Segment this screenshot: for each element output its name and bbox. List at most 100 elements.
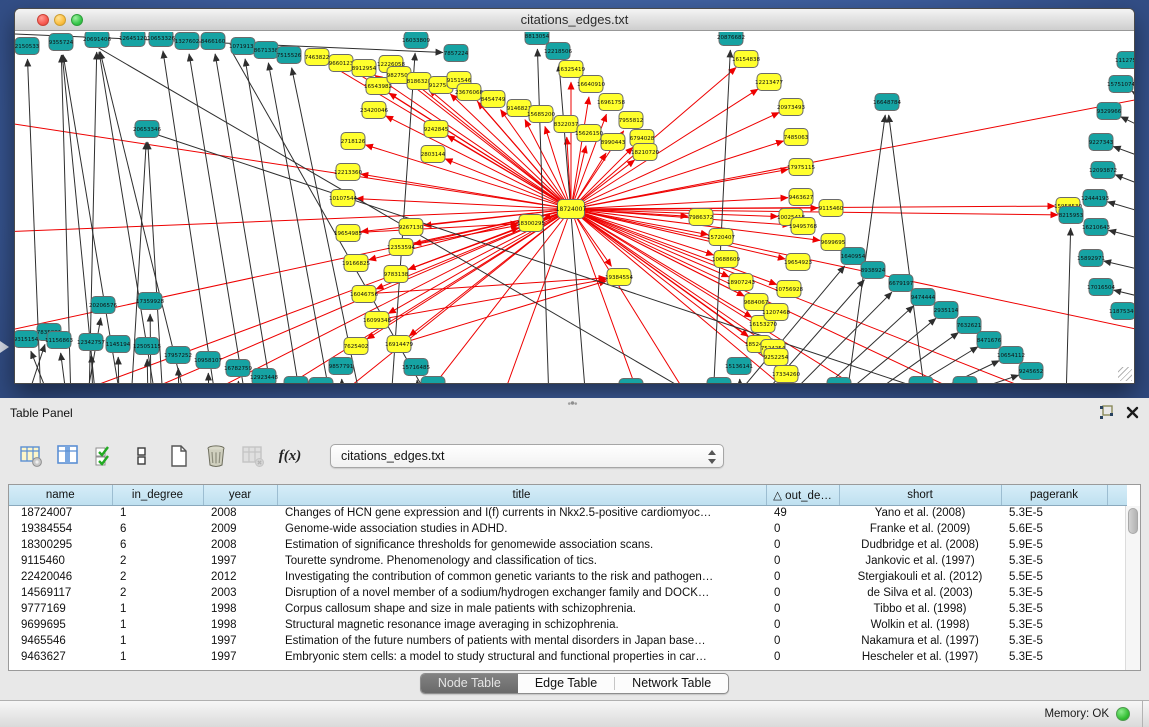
graph-edge[interactable] xyxy=(1113,146,1134,157)
graph-edge[interactable] xyxy=(571,209,1061,383)
table-row[interactable]: 1456911722003Disruption of a novel membe… xyxy=(9,585,1127,601)
graph-edge[interactable] xyxy=(571,97,589,209)
table-cell[interactable]: 5.3E-5 xyxy=(1001,617,1107,633)
table-cell[interactable]: Disruption of a novel member of a sodium… xyxy=(277,585,766,601)
graph-edge[interactable] xyxy=(1066,228,1071,383)
table-cell[interactable]: 2009 xyxy=(203,521,277,537)
table-selector-dropdown[interactable]: citations_edges.txt xyxy=(330,444,724,468)
graph-edge[interactable] xyxy=(100,52,186,383)
column-header-pagerank[interactable]: pagerank xyxy=(1001,485,1107,505)
graph-edge[interactable] xyxy=(1114,290,1134,297)
table-cell[interactable]: Hescheler et al. (1997) xyxy=(839,649,1001,665)
table-cell[interactable]: 9777169 xyxy=(9,601,112,617)
table-cell[interactable]: Estimation of the future numbers of pati… xyxy=(277,633,766,649)
table-cell[interactable]: 1 xyxy=(112,505,203,521)
table-cell[interactable]: 1998 xyxy=(203,617,277,633)
table-cell[interactable]: 1997 xyxy=(203,553,277,569)
table-cell[interactable]: 6 xyxy=(112,521,203,537)
window-titlebar[interactable]: citations_edges.txt xyxy=(15,9,1134,31)
table-row[interactable]: 946554611997Estimation of the future num… xyxy=(9,633,1127,649)
close-window-button[interactable] xyxy=(37,14,49,26)
table-cell[interactable]: 1 xyxy=(112,633,203,649)
table-cell[interactable]: 9115460 xyxy=(9,553,112,569)
table-cell[interactable]: 19384554 xyxy=(9,521,112,537)
table-cell[interactable]: 1998 xyxy=(203,601,277,617)
graph-node[interactable] xyxy=(707,378,731,384)
graph-node[interactable] xyxy=(827,378,851,384)
table-row[interactable]: 977716911998Corpus callosum shape and si… xyxy=(9,601,1127,617)
table-cell[interactable]: Jankovic et al. (1997) xyxy=(839,553,1001,569)
table-cell[interactable]: 18724007 xyxy=(9,505,112,521)
table-cell[interactable]: 5.3E-5 xyxy=(1001,633,1107,649)
table-row[interactable]: 969969511998Structural magnetic resonanc… xyxy=(9,617,1127,633)
graph-edge[interactable] xyxy=(208,373,209,383)
graph-edge[interactable] xyxy=(571,112,779,209)
table-cell[interactable]: 2008 xyxy=(203,505,277,521)
table-cell[interactable]: 0 xyxy=(766,649,839,665)
graph-edge[interactable] xyxy=(939,375,1019,383)
table-cell[interactable]: Structural magnetic resonance image aver… xyxy=(277,617,766,633)
table-cell[interactable]: Nakamura et al. (1997) xyxy=(839,633,1001,649)
graph-edge[interactable] xyxy=(571,209,641,383)
column-visibility-icon[interactable] xyxy=(55,443,81,469)
vertical-scrollbar[interactable] xyxy=(1125,506,1140,670)
table-row[interactable]: 2242004622012Investigating the contribut… xyxy=(9,569,1127,585)
table-cell[interactable]: 2008 xyxy=(203,537,277,553)
zoom-window-button[interactable] xyxy=(71,14,83,26)
table-cell[interactable]: 1997 xyxy=(203,649,277,665)
graph-edge[interactable] xyxy=(713,50,730,383)
table-cell[interactable]: 0 xyxy=(766,553,839,569)
tab-node-table[interactable]: Node Table xyxy=(421,674,518,693)
table-cell[interactable]: Genome-wide association studies in ADHD. xyxy=(277,521,766,537)
table-cell[interactable]: 5.3E-5 xyxy=(1001,585,1107,601)
table-cell[interactable]: 0 xyxy=(766,617,839,633)
table-cell[interactable]: de Silva et al. (2003) xyxy=(839,585,1001,601)
graph-edge[interactable] xyxy=(147,359,148,383)
column-header-year[interactable]: year xyxy=(203,485,277,505)
table-cell[interactable]: Tibbo et al. (1998) xyxy=(839,601,1001,617)
graph-edge[interactable] xyxy=(571,141,784,209)
table-cell[interactable]: 5.3E-5 xyxy=(1001,505,1107,521)
table-cell[interactable]: Tourette syndrome. Phenomenology and cla… xyxy=(277,553,766,569)
table-cell[interactable]: 0 xyxy=(766,601,839,617)
graph-edge[interactable] xyxy=(1115,175,1134,185)
table-cell[interactable]: Dudbridge et al. (2008) xyxy=(839,537,1001,553)
table-cell[interactable]: 2012 xyxy=(203,569,277,585)
table-cell[interactable]: 9699695 xyxy=(9,617,112,633)
graph-edge[interactable] xyxy=(1121,117,1134,127)
table-cell[interactable]: Changes of HCN gene expression and I(f) … xyxy=(277,505,766,521)
table-cell[interactable]: 2 xyxy=(112,553,203,569)
table-cell[interactable]: 5.5E-5 xyxy=(1001,569,1107,585)
table-cell[interactable]: 5.3E-5 xyxy=(1001,649,1107,665)
graph-edge[interactable] xyxy=(1107,202,1134,212)
column-header-title[interactable]: title xyxy=(277,485,766,505)
table-cell[interactable]: 22420046 xyxy=(9,569,112,585)
graph-edge[interactable] xyxy=(15,209,571,232)
table-cell[interactable]: Investigating the contribution of common… xyxy=(277,569,766,585)
table-cell[interactable]: Embryonic stem cells: a model to study s… xyxy=(277,649,766,665)
graph-edge[interactable] xyxy=(118,357,119,383)
graph-edge[interactable] xyxy=(1104,261,1134,270)
table-cell[interactable]: 2 xyxy=(112,585,203,601)
table-cell[interactable]: 9463627 xyxy=(9,649,112,665)
table-cell[interactable]: 6 xyxy=(112,537,203,553)
graph-edge[interactable] xyxy=(1132,91,1134,98)
scrollbar-thumb[interactable] xyxy=(1128,508,1138,534)
graph-edge[interactable] xyxy=(740,379,741,383)
graph-edge[interactable] xyxy=(178,368,179,383)
graph-edge[interactable] xyxy=(215,54,273,383)
table-cell[interactable]: 5.3E-5 xyxy=(1001,553,1107,569)
table-row[interactable]: 1830029562008Estimation of significance … xyxy=(9,537,1127,553)
memory-status-indicator[interactable] xyxy=(1116,707,1130,721)
table-cell[interactable]: 49 xyxy=(766,505,839,521)
graph-edge[interactable] xyxy=(809,306,913,383)
column-header-name[interactable]: name xyxy=(9,485,112,505)
pane-toggle-arrow-icon[interactable] xyxy=(0,341,9,353)
table-cell[interactable]: 2003 xyxy=(203,585,277,601)
graph-edge[interactable] xyxy=(559,64,586,383)
minimize-window-button[interactable] xyxy=(54,14,66,26)
graph-edge[interactable] xyxy=(99,52,156,383)
table-row[interactable]: 911546021997Tourette syndrome. Phenomeno… xyxy=(9,553,1127,569)
table-cell[interactable]: 0 xyxy=(766,569,839,585)
clear-selection-icon[interactable] xyxy=(129,443,155,469)
